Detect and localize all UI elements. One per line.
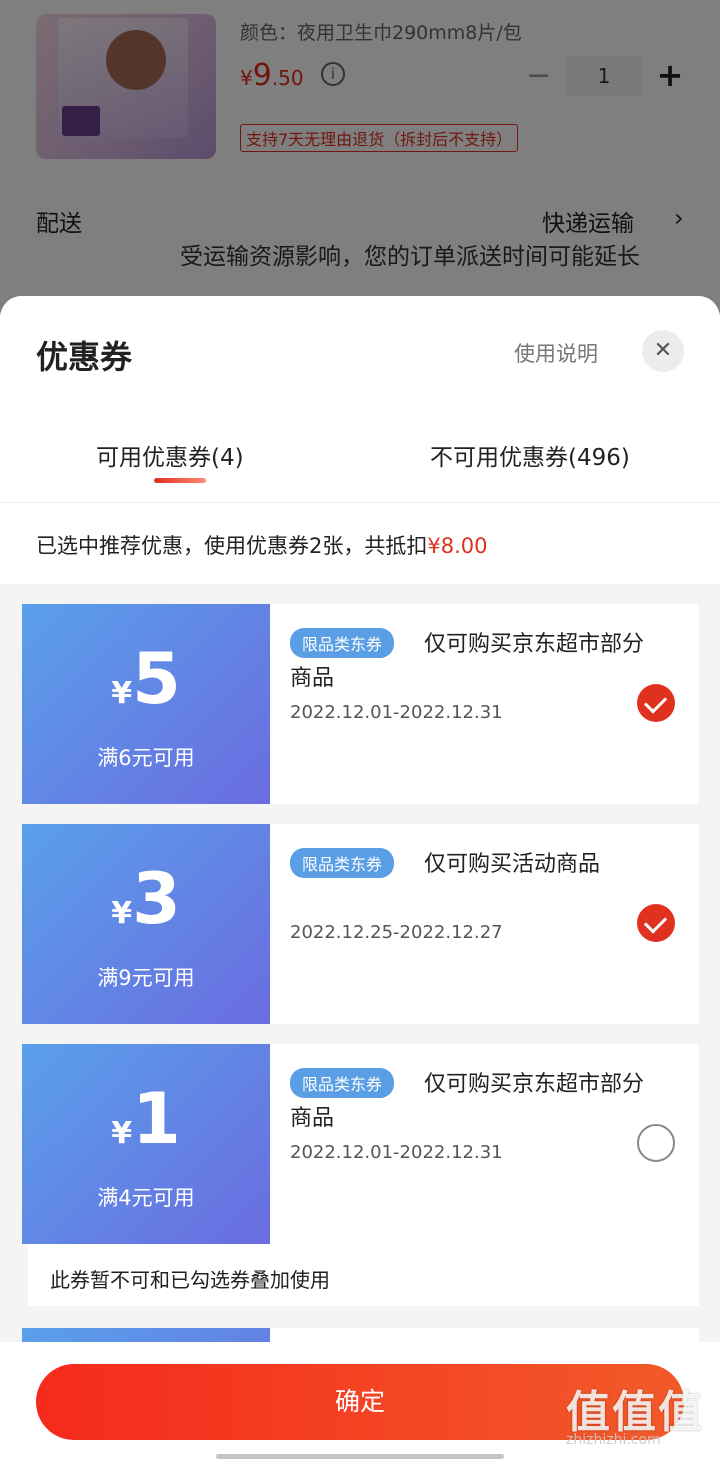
coupon-card[interactable]: ¥3 满9元可用 仅可购买活动商品 限品类东券 2022.12.25-2022.… — [16, 824, 699, 1024]
tab-available-coupons[interactable]: 可用优惠券(4) — [96, 438, 244, 472]
coupon-value-panel: ¥3 满9元可用 — [16, 824, 270, 1024]
tab-unavailable-coupons[interactable]: 不可用优惠券(496) — [430, 438, 630, 472]
coupon-condition: 满9元可用 — [97, 966, 195, 990]
coupon-amount: 1 — [132, 1078, 181, 1160]
coupon-badge: 限品类东券 — [290, 628, 395, 658]
active-tab-indicator — [154, 478, 206, 483]
coupon-sheet: 优惠券 使用说明 ✕ 可用优惠券(4) 不可用优惠券(496) 已选中推荐优惠，… — [0, 296, 720, 1460]
coupon-amount: 3 — [132, 858, 181, 940]
divider — [0, 502, 720, 503]
close-icon[interactable]: ✕ — [642, 330, 684, 372]
coupon-condition: 满6元可用 — [97, 746, 195, 770]
coupon-amount: 5 — [132, 638, 181, 720]
coupon-currency: ¥ — [111, 896, 133, 931]
coupon-validity: 2022.12.01-2022.12.31 — [290, 702, 503, 723]
watermark-site: zhizhizhi.com — [566, 1432, 661, 1448]
selection-summary: 已选中推荐优惠，使用优惠券2张，共抵扣¥8.00 — [0, 504, 720, 584]
home-indicator — [216, 1454, 504, 1459]
coupon-validity: 2022.12.01-2022.12.31 — [290, 1142, 503, 1163]
sheet-header: 优惠券 使用说明 ✕ 可用优惠券(4) 不可用优惠券(496) — [0, 296, 720, 504]
coupon-currency: ¥ — [111, 1116, 133, 1151]
coupon-condition: 满4元可用 — [97, 1186, 195, 1210]
watermark-logo: 值值值 — [566, 1387, 704, 1438]
sheet-title: 优惠券 — [36, 338, 133, 376]
coupon-currency: ¥ — [111, 676, 133, 711]
coupon-value-panel: ¥5 满6元可用 — [16, 604, 270, 804]
unchecked-icon[interactable] — [637, 1124, 675, 1162]
coupon-card[interactable]: ¥1 满4元可用 仅可购买京东超市部分商品 限品类东券 2022.12.01-2… — [16, 1044, 699, 1244]
coupon-badge: 限品类东券 — [290, 1068, 395, 1098]
summary-text: 已选中推荐优惠，使用优惠券2张，共抵扣 — [36, 534, 428, 558]
coupon-validity: 2022.12.25-2022.12.27 — [290, 922, 503, 943]
coupon-badge: 限品类东券 — [290, 848, 395, 878]
checked-icon[interactable] — [637, 904, 675, 942]
coupon-value-panel: ¥1 满4元可用 — [16, 1044, 270, 1244]
usage-instructions-link[interactable]: 使用说明 — [514, 338, 598, 368]
summary-amount: ¥8.00 — [427, 534, 488, 558]
coupon-card[interactable]: ¥5 满6元可用 仅可购买京东超市部分商品 限品类东券 2022.12.01-2… — [16, 604, 699, 804]
checked-icon[interactable] — [637, 684, 675, 722]
coupon-conflict-note: 此券暂不可和已勾选券叠加使用 — [28, 1244, 699, 1306]
